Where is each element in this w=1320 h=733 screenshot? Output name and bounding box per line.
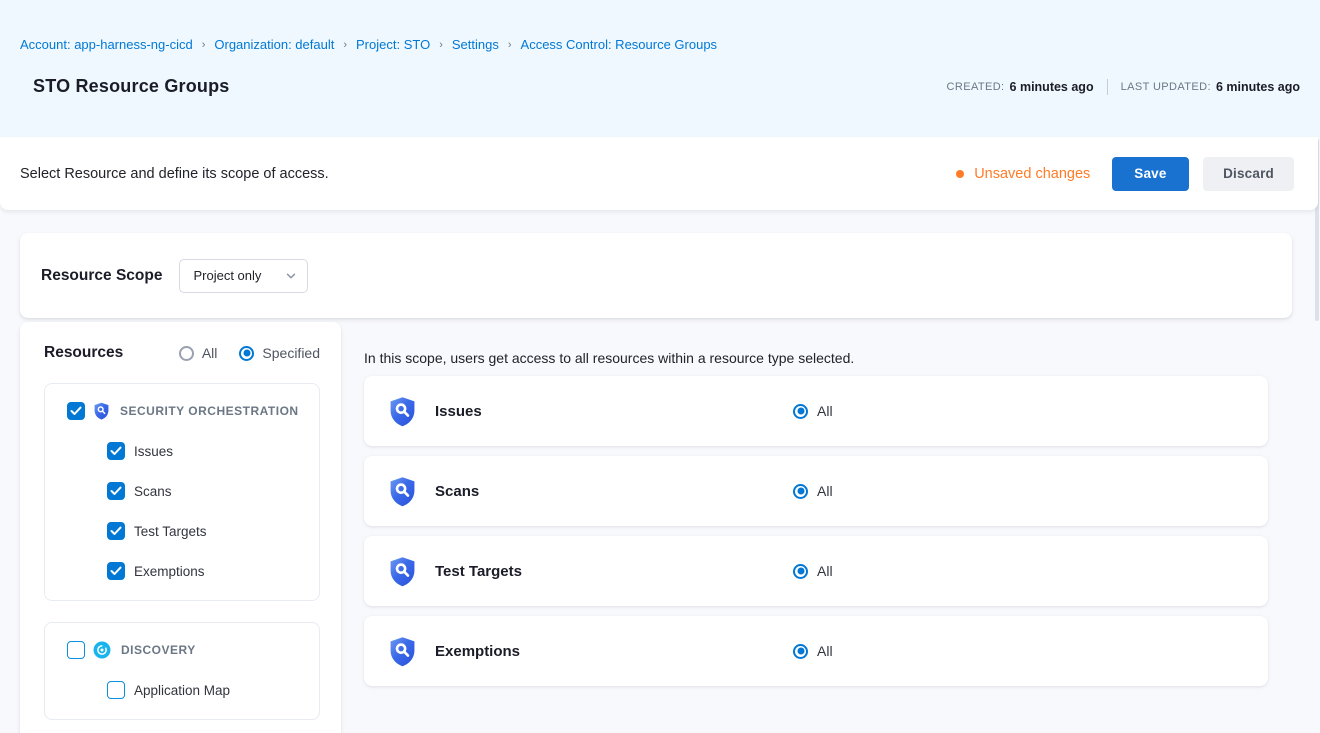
resource-group-security-orchestration: SECURITY ORCHESTRATION Issues Scans Test…: [44, 383, 320, 601]
access-radio-all[interactable]: All: [793, 643, 833, 659]
check-icon: [110, 566, 122, 576]
exemptions-label: Exemptions: [134, 564, 205, 579]
resource-type-card-exemptions: Exemptions All: [364, 616, 1268, 686]
unsaved-changes-indicator: Unsaved changes: [956, 166, 1090, 182]
sto-shield-icon: [388, 396, 417, 427]
discovery-icon: [93, 641, 111, 659]
resource-item-issues: Issues: [107, 442, 305, 460]
test-targets-label: Test Targets: [134, 524, 207, 539]
scans-label: Scans: [134, 484, 172, 499]
action-toolbar: Select Resource and define its scope of …: [0, 137, 1318, 210]
breadcrumb-separator-icon: ›: [343, 40, 347, 51]
breadcrumb-link-settings[interactable]: Settings: [452, 37, 499, 52]
resource-card-title: Scans: [435, 483, 479, 500]
vertical-scrollbar[interactable]: [1315, 139, 1319, 733]
breadcrumb: Account: app-harness-ng-cicd › Organizat…: [20, 0, 1300, 52]
exemptions-checkbox[interactable]: [107, 562, 125, 580]
access-all-label: All: [817, 403, 833, 419]
meta-divider: [1107, 79, 1108, 95]
access-radio-all[interactable]: All: [793, 403, 833, 419]
check-icon: [110, 446, 122, 456]
resources-panel: Resources All Specified: [20, 322, 341, 733]
page-header: Account: app-harness-ng-cicd › Organizat…: [0, 0, 1320, 137]
breadcrumb-separator-icon: ›: [508, 40, 512, 51]
breadcrumb-link-account[interactable]: Account: app-harness-ng-cicd: [20, 37, 193, 52]
sto-shield-icon: [388, 476, 417, 507]
security-orchestration-checkbox[interactable]: [67, 402, 85, 420]
security-orchestration-label: SECURITY ORCHESTRATION: [120, 404, 299, 418]
radio-unselected-icon[interactable]: [179, 346, 194, 361]
discovery-label: DISCOVERY: [121, 643, 196, 657]
discovery-checkbox[interactable]: [67, 641, 85, 659]
chevron-down-icon: [286, 271, 296, 281]
created-value: 6 minutes ago: [1010, 80, 1094, 94]
sto-shield-icon: [388, 556, 417, 587]
access-all-label: All: [817, 643, 833, 659]
breadcrumb-link-project[interactable]: Project: STO: [356, 37, 430, 52]
radio-selected-icon[interactable]: [793, 404, 808, 419]
toolbar-description: Select Resource and define its scope of …: [20, 166, 329, 182]
radio-selected-icon[interactable]: [793, 644, 808, 659]
radio-selected-icon[interactable]: [239, 346, 254, 361]
resource-card-title: Test Targets: [435, 563, 522, 580]
scans-checkbox[interactable]: [107, 482, 125, 500]
scope-instruction-text: In this scope, users get access to all r…: [364, 350, 1268, 366]
radio-selected-icon[interactable]: [793, 484, 808, 499]
resource-item-test-targets: Test Targets: [107, 522, 305, 540]
breadcrumb-separator-icon: ›: [439, 40, 443, 51]
created-label: CREATED:: [947, 81, 1005, 93]
resource-item-exemptions: Exemptions: [107, 562, 305, 580]
access-all-label: All: [817, 563, 833, 579]
resource-scope-dropdown[interactable]: Project only: [179, 259, 308, 293]
resource-scope-card: Resource Scope Project only: [20, 233, 1292, 318]
resources-radio-all[interactable]: All: [179, 345, 218, 361]
application-map-checkbox[interactable]: [107, 681, 125, 699]
scope-access-area: In this scope, users get access to all r…: [364, 350, 1268, 686]
access-radio-all[interactable]: All: [793, 563, 833, 579]
resources-panel-title: Resources: [44, 344, 123, 362]
check-icon: [70, 406, 82, 416]
resource-type-card-issues: Issues All: [364, 376, 1268, 446]
resource-type-card-scans: Scans All: [364, 456, 1268, 526]
resource-group-discovery: DISCOVERY Application Map: [44, 622, 320, 720]
check-icon: [110, 486, 122, 496]
content-area: Resource Scope Project only Resources Al…: [0, 210, 1320, 733]
resource-scope-label: Resource Scope: [41, 267, 162, 285]
access-radio-all[interactable]: All: [793, 483, 833, 499]
test-targets-checkbox[interactable]: [107, 522, 125, 540]
resource-scope-selected-value: Project only: [193, 268, 261, 283]
resource-item-application-map: Application Map: [107, 681, 305, 699]
last-updated-value: 6 minutes ago: [1216, 80, 1300, 94]
application-map-label: Application Map: [134, 683, 230, 698]
check-icon: [110, 526, 122, 536]
save-button[interactable]: Save: [1112, 157, 1188, 191]
sto-shield-icon: [388, 636, 417, 667]
access-all-label: All: [817, 483, 833, 499]
radio-specified-label: Specified: [262, 345, 320, 361]
resource-card-title: Exemptions: [435, 643, 520, 660]
breadcrumb-separator-icon: ›: [202, 40, 206, 51]
unsaved-dot-icon: [956, 170, 964, 178]
issues-checkbox[interactable]: [107, 442, 125, 460]
last-updated-label: LAST UPDATED:: [1121, 81, 1211, 93]
timestamps: CREATED: 6 minutes ago LAST UPDATED: 6 m…: [947, 79, 1300, 95]
resource-item-scans: Scans: [107, 482, 305, 500]
issues-label: Issues: [134, 444, 173, 459]
breadcrumb-link-resource-groups[interactable]: Access Control: Resource Groups: [521, 37, 718, 52]
sto-shield-icon: [93, 402, 110, 420]
unsaved-changes-label: Unsaved changes: [974, 166, 1090, 182]
breadcrumb-link-organization[interactable]: Organization: default: [214, 37, 334, 52]
radio-all-label: All: [202, 345, 218, 361]
page-title: STO Resource Groups: [33, 76, 230, 97]
resource-card-title: Issues: [435, 403, 482, 420]
radio-selected-icon[interactable]: [793, 564, 808, 579]
resource-type-card-test-targets: Test Targets All: [364, 536, 1268, 606]
discard-button[interactable]: Discard: [1203, 157, 1294, 191]
resources-radio-specified[interactable]: Specified: [239, 345, 320, 361]
